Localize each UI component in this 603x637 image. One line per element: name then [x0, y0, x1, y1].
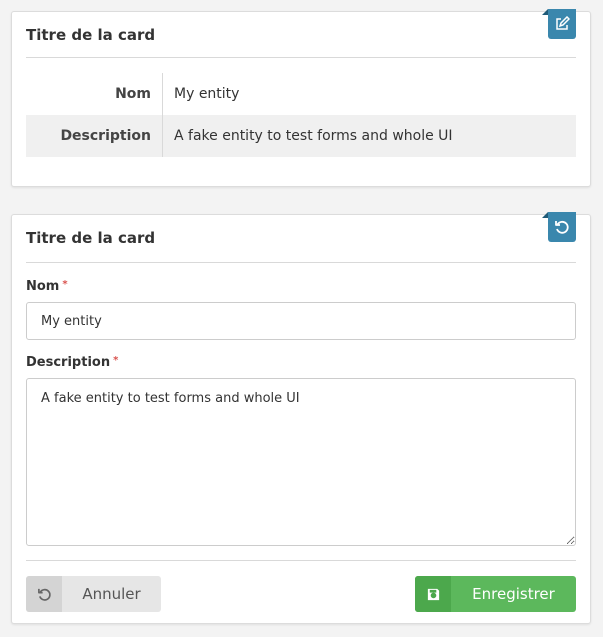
card-divider — [26, 262, 576, 263]
card-divider — [26, 57, 576, 58]
detail-key: Description — [26, 115, 163, 157]
card-title: Titre de la card — [26, 26, 156, 44]
detail-row-nom: Nom My entity — [26, 73, 576, 115]
card-title: Titre de la card — [26, 229, 156, 247]
detail-table: Nom My entity Description A fake entity … — [26, 73, 576, 157]
reset-button[interactable] — [542, 212, 576, 242]
nom-input[interactable] — [26, 302, 576, 340]
detail-card: Titre de la card Nom My entity Descripti… — [11, 9, 591, 187]
save-button[interactable]: Enregistrer — [415, 576, 576, 612]
required-marker: * — [113, 355, 119, 366]
detail-key: Nom — [26, 73, 163, 115]
description-label: Description * — [26, 355, 118, 370]
detail-value: A fake entity to test forms and whole UI — [174, 128, 453, 144]
undo-icon — [26, 576, 62, 612]
form-divider — [26, 560, 576, 561]
save-icon — [415, 576, 451, 612]
description-textarea[interactable]: A fake entity to test forms and whole UI — [26, 378, 576, 546]
undo-icon — [555, 220, 569, 234]
required-marker: * — [62, 279, 68, 290]
nom-label: Nom * — [26, 279, 68, 294]
form-card: Titre de la card Nom* Description* A fak… — [11, 212, 591, 624]
detail-row-description: Description A fake entity to test forms … — [26, 115, 576, 157]
edit-button[interactable] — [542, 9, 576, 39]
nom-label-text: Nom — [26, 279, 60, 294]
detail-value: My entity — [174, 86, 240, 102]
cancel-button[interactable]: Annuler — [26, 576, 161, 612]
description-label-text: Description — [26, 355, 111, 370]
save-button-label: Enregistrer — [472, 585, 555, 603]
cancel-button-label: Annuler — [82, 585, 141, 603]
edit-icon — [556, 16, 570, 30]
